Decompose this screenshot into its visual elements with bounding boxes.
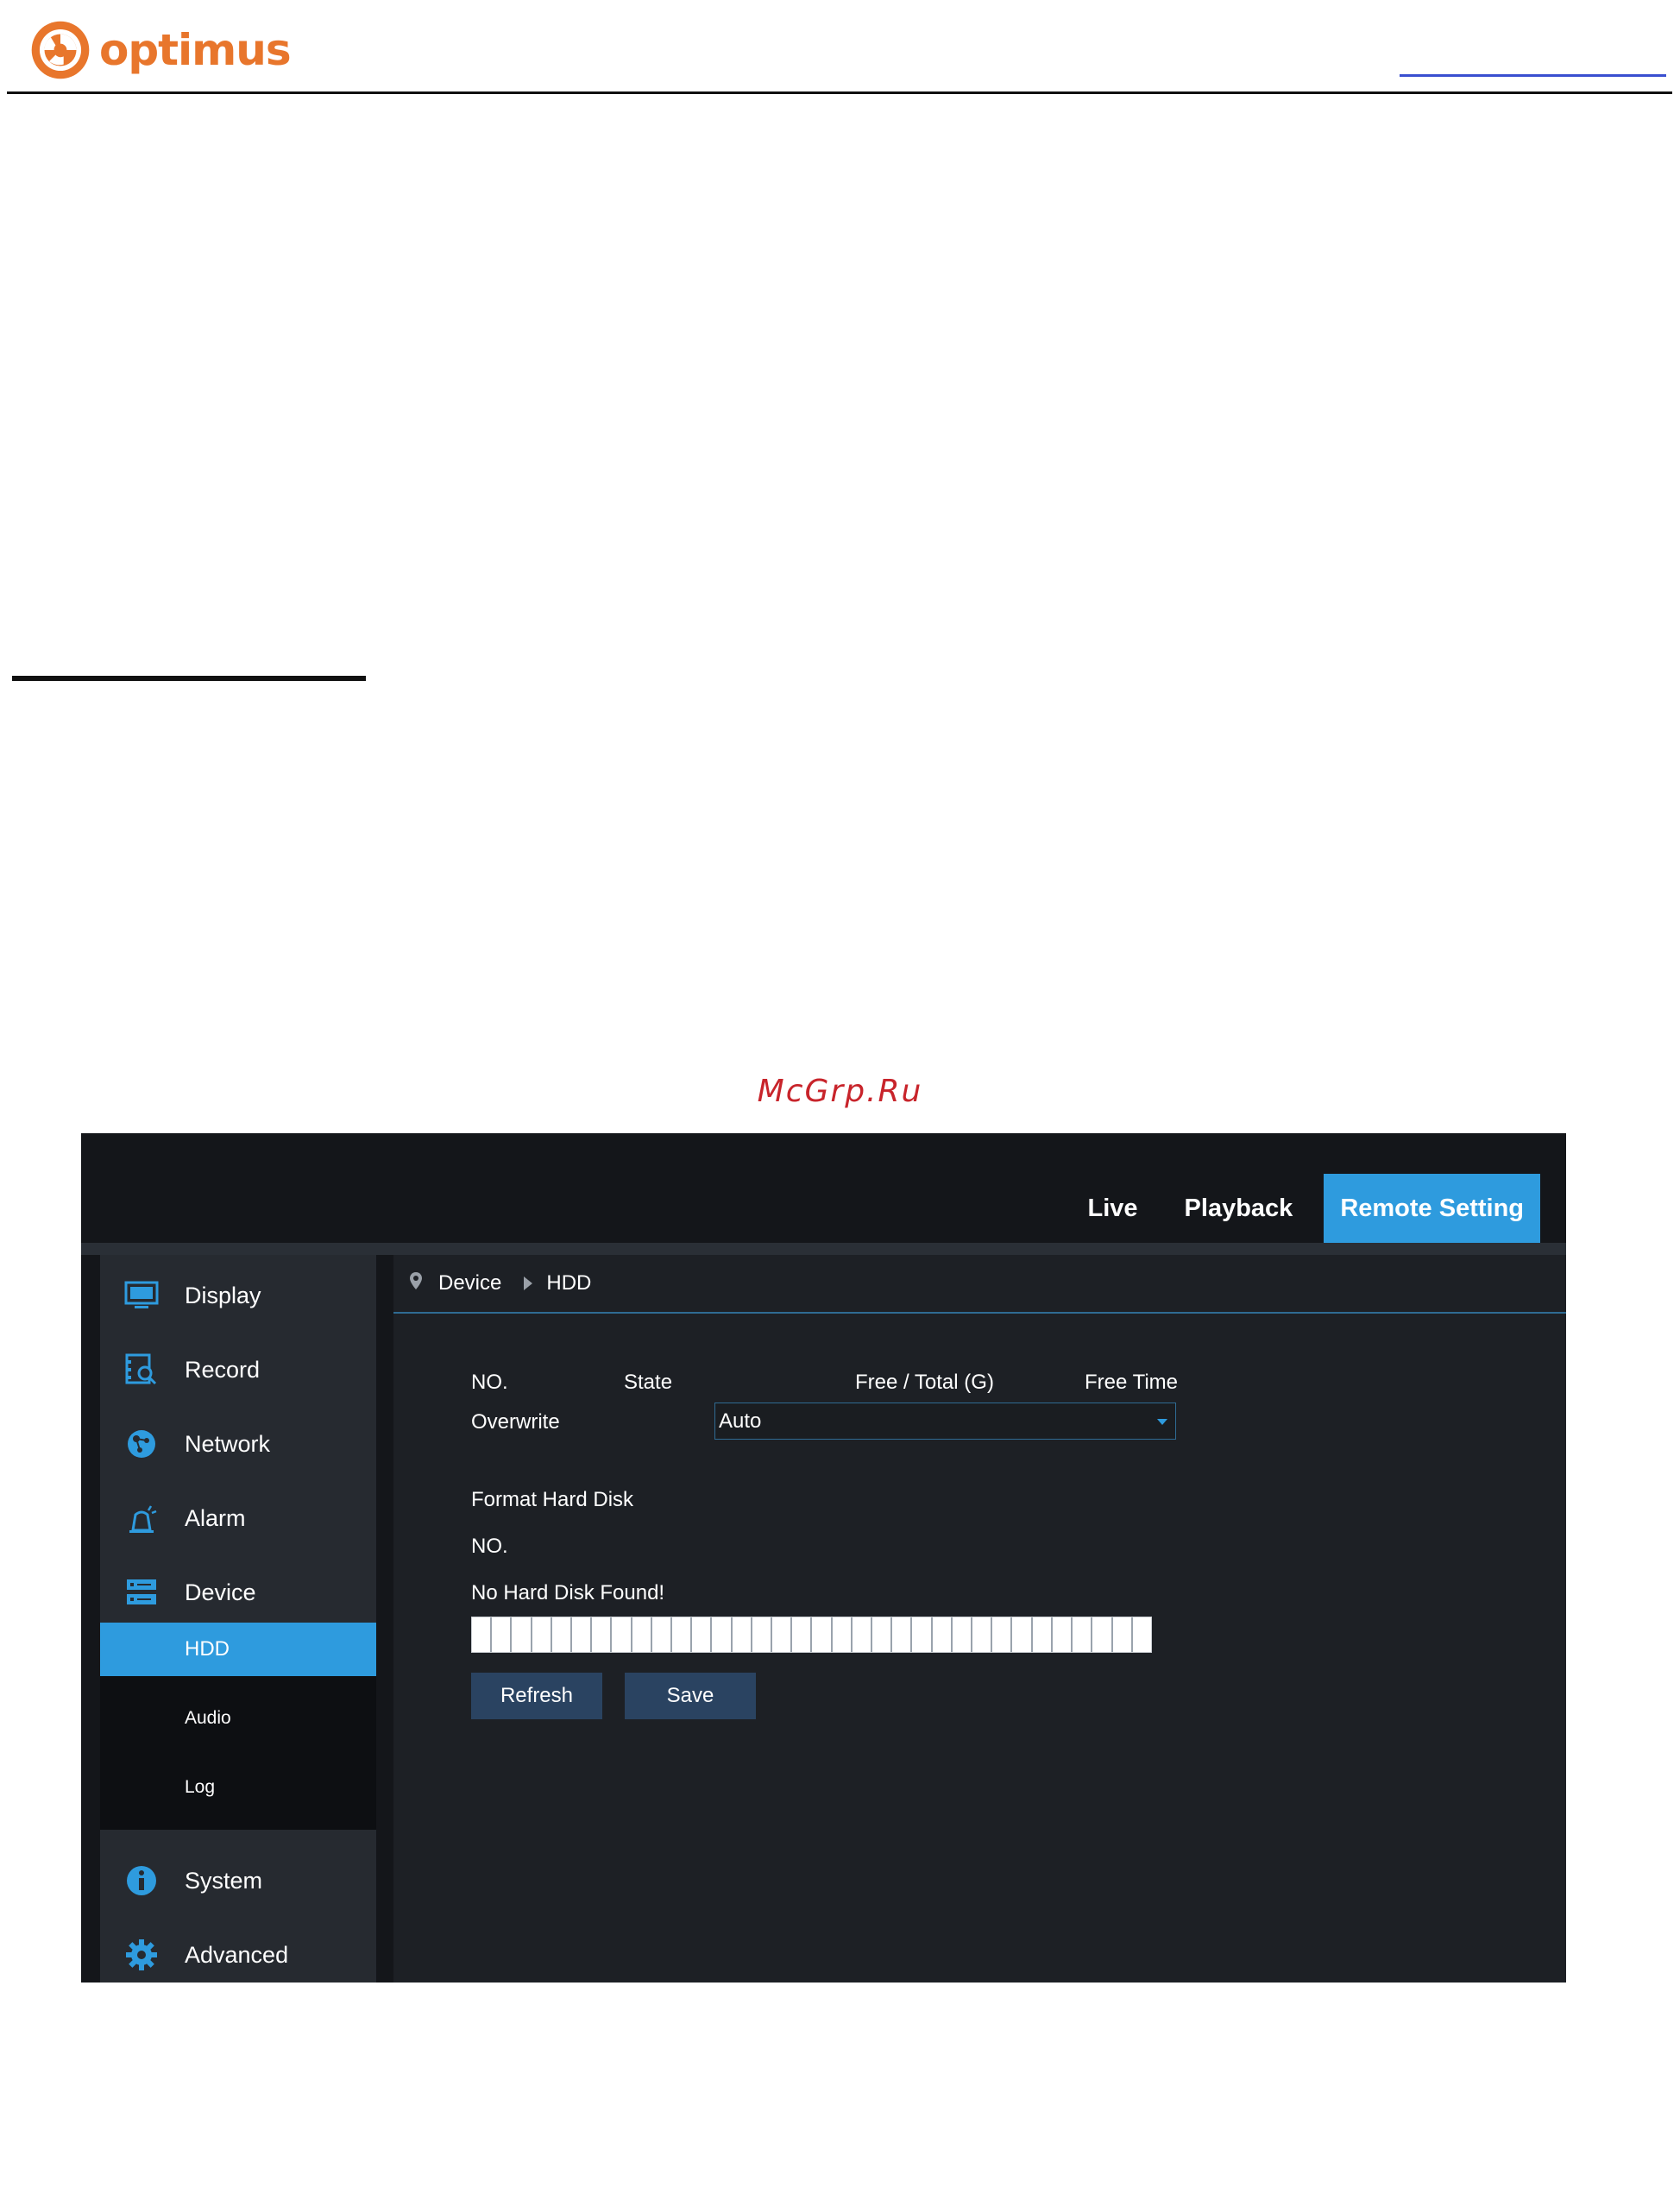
sidebar-item-label: Record <box>185 1356 261 1383</box>
sidebar-item-system[interactable]: System <box>100 1844 376 1918</box>
disk-slot-cell <box>1052 1617 1073 1652</box>
disk-slot-cell <box>572 1617 593 1652</box>
breadcrumb: Device HDD <box>393 1255 1566 1314</box>
disk-slot-cell <box>752 1617 773 1652</box>
submenu-item-label: HDD <box>185 1637 230 1661</box>
submenu-item-audio[interactable]: Audio <box>100 1692 376 1745</box>
monitor-icon <box>123 1277 160 1314</box>
disk-slot-cell <box>551 1617 573 1652</box>
chevron-right-icon <box>524 1277 533 1290</box>
device-submenu: HDD Audio Log <box>100 1623 376 1830</box>
disk-slot-cell <box>892 1617 913 1652</box>
sidebar-item-label: Device <box>185 1579 256 1605</box>
disk-slot-grid <box>471 1617 1152 1653</box>
sidebar-item-alarm[interactable]: Alarm <box>100 1481 376 1555</box>
column-header-free-total: Free / Total (G) <box>855 1371 994 1394</box>
sidebar-item-label: Network <box>185 1430 271 1457</box>
submenu-item-log[interactable]: Log <box>100 1761 376 1814</box>
content-panel: Device HDD NO. State Free / Total (G) Fr… <box>393 1255 1566 1983</box>
network-icon <box>123 1425 160 1463</box>
disk-slot-cell <box>832 1617 853 1652</box>
disk-slot-cell <box>772 1617 793 1652</box>
disk-slot-cell <box>732 1617 752 1652</box>
disk-slot-cell <box>651 1617 673 1652</box>
disk-slot-cell <box>1132 1617 1151 1652</box>
disk-slot-cell <box>1092 1617 1113 1652</box>
section-rule <box>12 676 366 681</box>
overwrite-select[interactable]: Auto <box>714 1403 1176 1440</box>
sidebar-item-label: Alarm <box>185 1504 246 1531</box>
nav-live[interactable]: Live <box>1073 1174 1154 1243</box>
disk-slot-cell <box>632 1617 652 1652</box>
optimus-logo: optimus <box>28 16 292 85</box>
submenu-item-label: Audio <box>185 1708 231 1728</box>
disk-slot-cell <box>1012 1617 1033 1652</box>
main-nav: Live Playback Remote Setting <box>1057 1174 1540 1243</box>
sidebar-item-label: Advanced <box>185 1941 289 1968</box>
overwrite-select-value: Auto <box>719 1409 762 1433</box>
alarm-icon <box>123 1499 160 1537</box>
record-search-icon <box>123 1351 160 1389</box>
disk-slot-cell <box>812 1617 833 1652</box>
disk-slot-cell <box>492 1617 513 1652</box>
disk-slot-cell <box>852 1617 873 1652</box>
nav-playback[interactable]: Playback <box>1169 1174 1309 1243</box>
overwrite-label: Overwrite <box>471 1410 560 1434</box>
location-pin-icon <box>409 1271 423 1296</box>
disk-slot-cell <box>932 1617 953 1652</box>
optimus-logo-icon <box>31 21 90 79</box>
submenu-item-hdd[interactable]: HDD <box>100 1623 376 1676</box>
disk-slot-cell <box>692 1617 713 1652</box>
sidebar-item-record[interactable]: Record <box>100 1333 376 1407</box>
disk-slot-cell <box>992 1617 1013 1652</box>
breadcrumb-current: HDD <box>546 1271 592 1295</box>
sidebar: Display Record Network Alarm Device HDD … <box>100 1255 376 1983</box>
disk-slot-cell <box>672 1617 693 1652</box>
breadcrumb-parent[interactable]: Device <box>438 1271 501 1295</box>
dvr-window: Live Playback Remote Setting Display Rec… <box>81 1133 1566 1983</box>
submenu-item-label: Log <box>185 1777 216 1797</box>
watermark: McGrp.Ru <box>757 1074 923 1109</box>
gear-icon <box>123 1936 160 1974</box>
disk-slot-cell <box>612 1617 632 1652</box>
no-disk-message: No Hard Disk Found! <box>471 1581 665 1604</box>
device-icon <box>123 1573 160 1611</box>
disk-slot-cell <box>872 1617 893 1652</box>
header-link-underline[interactable] <box>1400 74 1666 77</box>
dropdown-arrow-icon <box>1157 1419 1167 1425</box>
top-bar: Live Playback Remote Setting <box>81 1133 1566 1243</box>
sidebar-item-device[interactable]: Device <box>100 1555 376 1630</box>
format-no-label: NO. <box>471 1535 508 1558</box>
column-header-no: NO. <box>471 1371 508 1394</box>
disk-slot-cell <box>512 1617 532 1652</box>
column-header-state: State <box>624 1371 673 1394</box>
nav-remote-setting[interactable]: Remote Setting <box>1324 1174 1540 1243</box>
disk-slot-cell <box>712 1617 733 1652</box>
disk-slot-cell <box>1032 1617 1053 1652</box>
disk-slot-cell <box>1112 1617 1133 1652</box>
format-hard-disk-label: Format Hard Disk <box>471 1488 634 1511</box>
disk-slot-cell <box>532 1617 552 1652</box>
info-icon <box>123 1862 160 1900</box>
disk-slot-cell <box>592 1617 613 1652</box>
column-header-free-time: Free Time <box>1085 1371 1179 1394</box>
disk-slot-cell <box>792 1617 813 1652</box>
disk-slot-cell <box>1073 1617 1093 1652</box>
save-button[interactable]: Save <box>625 1673 756 1719</box>
disk-slot-cell <box>972 1617 993 1652</box>
sidebar-item-label: System <box>185 1867 263 1894</box>
nav-divider <box>81 1243 1566 1255</box>
sidebar-item-display[interactable]: Display <box>100 1258 376 1333</box>
sidebar-item-label: Display <box>185 1282 261 1308</box>
sidebar-item-advanced[interactable]: Advanced <box>100 1918 376 1983</box>
refresh-button[interactable]: Refresh <box>471 1673 602 1719</box>
disk-slot-cell <box>952 1617 973 1652</box>
header-rule <box>7 91 1672 94</box>
disk-slot-cell <box>472 1617 493 1652</box>
sidebar-item-network[interactable]: Network <box>100 1407 376 1481</box>
disk-slot-cell <box>912 1617 933 1652</box>
brand-name: optimus <box>99 25 292 75</box>
